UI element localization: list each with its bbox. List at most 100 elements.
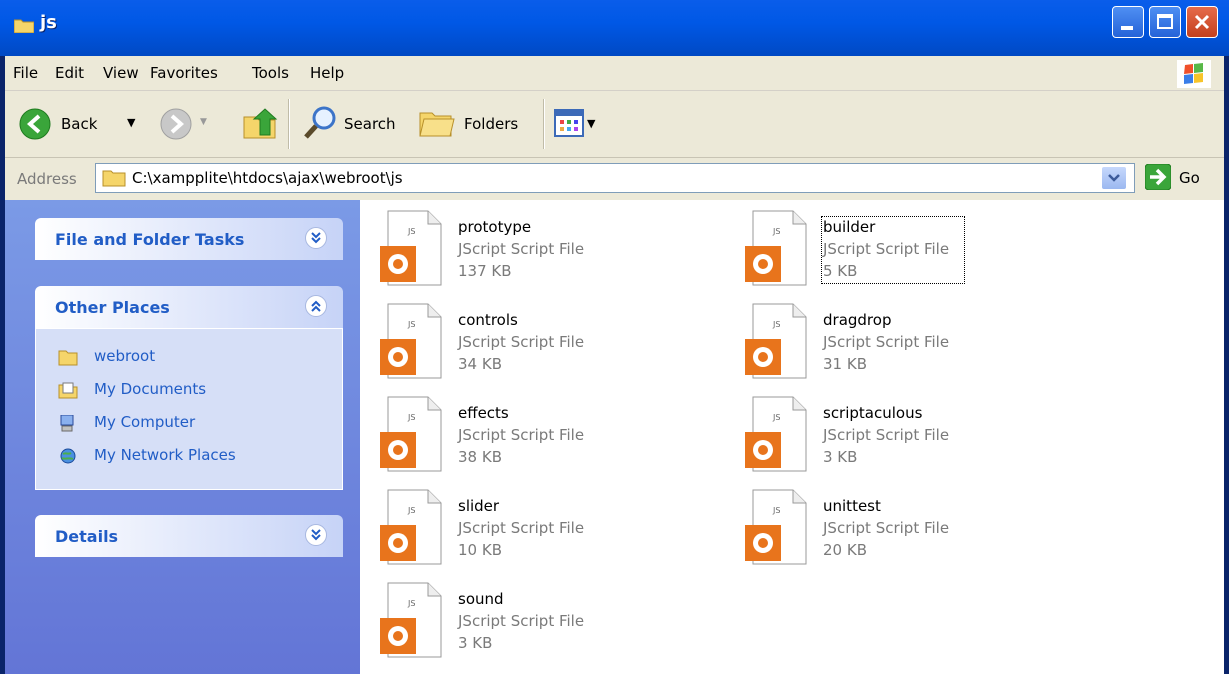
menu-help[interactable]: Help	[310, 64, 344, 82]
file-item-prototype[interactable]: JS prototype JScript Script File 137 KB	[360, 204, 720, 294]
jscript-file-icon: JS	[745, 303, 807, 379]
file-size: 3 KB	[458, 634, 493, 652]
file-name: slider	[458, 497, 500, 515]
svg-text:JS: JS	[407, 227, 415, 236]
menu-favorites[interactable]: Favorites	[150, 64, 218, 82]
file-name: dragdrop	[823, 311, 892, 329]
forward-arrow-icon	[160, 108, 192, 140]
file-type: JScript Script File	[458, 333, 585, 351]
search-icon	[304, 106, 336, 139]
back-dropdown-icon[interactable]: ▼	[127, 116, 135, 129]
file-type: JScript Script File	[823, 519, 950, 537]
file-type: JScript Script File	[458, 612, 585, 630]
file-item-slider[interactable]: JS slider JScript Script File 10 KB	[360, 483, 720, 573]
computer-icon	[60, 415, 74, 432]
svg-text:JS: JS	[407, 599, 415, 608]
file-item-unittest[interactable]: JS unittest JScript Script File 20 KB	[725, 483, 1085, 573]
file-item-dragdrop[interactable]: JS dragdrop JScript Script File 31 KB	[725, 297, 1085, 387]
search-button[interactable]: Search	[302, 105, 412, 141]
file-name: sound	[458, 590, 504, 608]
back-button[interactable]: Back ▼	[19, 108, 159, 140]
file-name: effects	[458, 404, 509, 422]
file-item-scriptaculous[interactable]: JS scriptaculous JScript Script File 3 K…	[725, 390, 1085, 480]
file-item-builder[interactable]: JS builder JScript Script File 5 KB	[725, 204, 1085, 294]
folders-label: Folders	[464, 115, 519, 133]
back-arrow-icon	[19, 108, 51, 140]
go-arrow-icon	[1145, 164, 1171, 190]
folder-icon	[58, 350, 78, 366]
file-name: controls	[458, 311, 518, 329]
menu-edit[interactable]: Edit	[55, 64, 84, 82]
file-type: JScript Script File	[458, 240, 585, 258]
file-item-sound[interactable]: JS sound JScript Script File 3 KB	[360, 576, 720, 666]
svg-text:JS: JS	[772, 413, 780, 422]
expand-chevron-icon[interactable]	[305, 227, 327, 249]
details-title: Details	[55, 527, 119, 546]
maximize-button[interactable]	[1149, 6, 1181, 38]
forward-button[interactable]: ▼	[160, 108, 216, 140]
minimize-button[interactable]	[1112, 6, 1144, 38]
folders-icon	[419, 112, 455, 137]
file-list[interactable]: JS prototype JScript Script File 137 KB …	[360, 200, 1224, 674]
file-size: 20 KB	[823, 541, 867, 559]
address-bar: Address C:\xampplite\htdocs\ajax\webroot…	[5, 158, 1224, 200]
svg-text:JS: JS	[407, 413, 415, 422]
task-pane: File and Folder Tasks Other Places webro…	[5, 200, 360, 674]
windows-logo-icon	[1177, 60, 1211, 88]
jscript-file-icon: JS	[380, 489, 442, 565]
chevron-down-icon	[1108, 174, 1120, 182]
views-icon	[554, 109, 584, 137]
other-places-title: Other Places	[55, 298, 170, 317]
details-header[interactable]: Details	[35, 515, 343, 557]
svg-text:JS: JS	[772, 227, 780, 236]
toolbar: Back ▼ ▼ Search Folders ▼	[5, 91, 1224, 158]
jscript-file-icon: JS	[380, 303, 442, 379]
toolbar-separator	[288, 99, 290, 149]
file-folder-tasks-header[interactable]: File and Folder Tasks	[35, 218, 343, 260]
close-icon	[1194, 14, 1210, 30]
svg-text:JS: JS	[407, 320, 415, 329]
go-label: Go	[1179, 169, 1200, 187]
collapse-chevron-icon[interactable]	[305, 295, 327, 317]
file-size: 31 KB	[823, 355, 867, 373]
file-size: 34 KB	[458, 355, 502, 373]
file-item-controls[interactable]: JS controls JScript Script File 34 KB	[360, 297, 720, 387]
other-places-header[interactable]: Other Places	[35, 286, 343, 328]
file-type: JScript Script File	[823, 426, 950, 444]
back-label: Back	[61, 115, 98, 133]
folder-icon	[102, 170, 126, 187]
menu-bar: File Edit View Favorites Tools Help	[5, 56, 1224, 91]
title-bar[interactable]: js	[0, 0, 1229, 56]
views-button[interactable]: ▼	[554, 109, 614, 139]
file-name: builder	[823, 218, 876, 236]
jscript-file-icon: JS	[745, 396, 807, 472]
file-name: prototype	[458, 218, 532, 236]
file-size: 3 KB	[823, 448, 858, 466]
jscript-file-icon: JS	[380, 582, 442, 658]
explorer-window: js File Edit View Favorites Tools Help B…	[0, 0, 1229, 674]
forward-dropdown-icon[interactable]: ▼	[200, 117, 207, 127]
file-size: 137 KB	[458, 262, 512, 280]
menu-view[interactable]: View	[103, 64, 139, 82]
up-folder-icon[interactable]	[240, 105, 280, 141]
expand-chevron-icon[interactable]	[305, 524, 327, 546]
folders-button[interactable]: Folders	[418, 105, 538, 141]
search-label: Search	[344, 115, 396, 133]
file-name: scriptaculous	[823, 404, 923, 422]
file-type: JScript Script File	[458, 426, 585, 444]
file-size: 38 KB	[458, 448, 502, 466]
address-input[interactable]: C:\xampplite\htdocs\ajax\webroot\js	[95, 163, 1135, 193]
address-dropdown-button[interactable]	[1101, 166, 1127, 190]
views-dropdown-icon[interactable]: ▼	[587, 117, 595, 130]
file-name: unittest	[823, 497, 881, 515]
file-type: JScript Script File	[458, 519, 585, 537]
svg-text:JS: JS	[407, 506, 415, 515]
file-item-effects[interactable]: JS effects JScript Script File 38 KB	[360, 390, 720, 480]
jscript-file-icon: JS	[380, 396, 442, 472]
close-button[interactable]	[1186, 6, 1218, 38]
address-path: C:\xampplite\htdocs\ajax\webroot\js	[132, 169, 403, 187]
menu-file[interactable]: File	[13, 64, 38, 82]
menu-tools[interactable]: Tools	[252, 64, 289, 82]
jscript-file-icon: JS	[745, 489, 807, 565]
toolbar-separator	[543, 99, 545, 149]
